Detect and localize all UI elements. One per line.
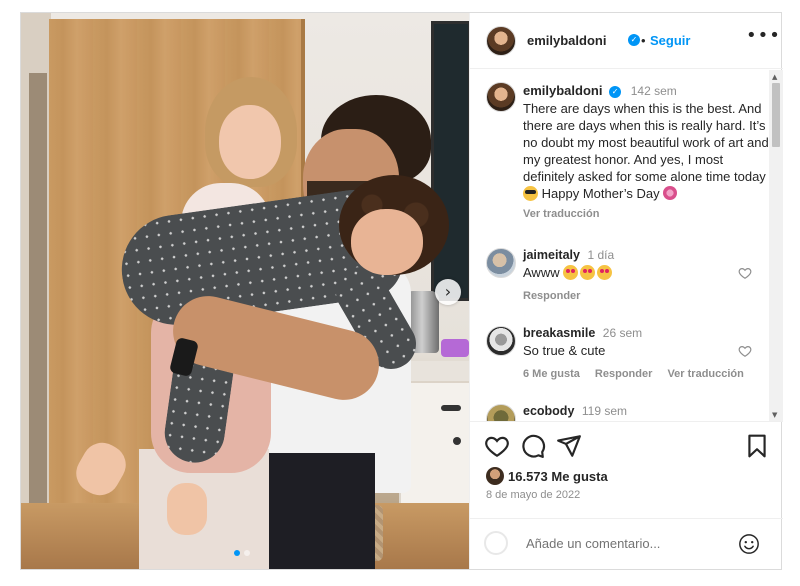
post-header: emilybaldoni ✓ • Seguir ••• <box>470 13 783 69</box>
post-photo[interactable]: › <box>21 13 469 569</box>
emoji-icon[interactable] <box>738 533 760 555</box>
loading-emoji-icon <box>484 531 508 555</box>
scrollbar-thumb[interactable] <box>772 83 780 147</box>
scroll-up-icon[interactable]: ▲ <box>772 73 777 81</box>
comment-age: 119 sem <box>581 404 628 418</box>
comment-likes[interactable]: 6 Me gusta <box>523 368 580 380</box>
action-bar <box>470 433 783 463</box>
comment-text-value: Awww <box>523 265 560 280</box>
caption-age[interactable]: 142 sem <box>631 84 677 98</box>
photo-girl-face <box>219 105 281 179</box>
comments-scroll-area[interactable]: emilybaldoni ✓ 142 sem There are days wh… <box>470 70 783 422</box>
comment-age: 26 sem <box>602 326 643 340</box>
add-comment-bar <box>470 518 783 569</box>
comment-avatar[interactable] <box>486 248 516 278</box>
heart-eyes-emoji-icon <box>597 265 613 280</box>
comment-text: Awww <box>523 265 614 280</box>
comment-meta: Responder <box>523 290 592 302</box>
carousel-dots <box>234 550 250 556</box>
comment-username[interactable]: breakasmile <box>523 326 595 340</box>
comment-username[interactable]: jaimeitaly <box>523 248 580 262</box>
photo-foot <box>167 483 207 535</box>
comment-like-heart-icon[interactable] <box>738 266 752 280</box>
liker-avatar[interactable] <box>486 467 504 485</box>
caption-translate-link[interactable]: Ver traducción <box>523 206 769 223</box>
comment-text: So true & cute <box>523 343 606 358</box>
reply-button[interactable]: Responder <box>595 368 652 380</box>
post-container: › emilybaldoni ✓ • Seguir ••• emilybaldo… <box>20 12 783 570</box>
photo-cabinet-knob <box>453 437 461 445</box>
post-date[interactable]: 8 de mayo de 2022 <box>486 489 580 501</box>
comment-avatar[interactable] <box>486 404 516 421</box>
author-username[interactable]: emilybaldoni <box>527 33 606 48</box>
comment-input[interactable] <box>526 532 726 554</box>
caption-body-end: Happy Mother’s Day <box>541 186 660 201</box>
reply-button[interactable]: Responder <box>523 290 580 302</box>
caption-username[interactable]: emilybaldoni <box>523 83 602 98</box>
share-icon[interactable] <box>556 433 582 459</box>
verified-badge-icon: ✓ <box>609 86 622 98</box>
comment-username[interactable]: ecobody <box>523 404 574 418</box>
scrollbar[interactable]: ▲ ▼ <box>769 70 783 421</box>
author-avatar[interactable] <box>486 26 516 56</box>
comment-meta: 6 Me gusta Responder Ver traducción <box>523 368 756 380</box>
next-arrow-icon[interactable]: › <box>435 279 461 305</box>
more-icon[interactable]: ••• <box>746 25 781 46</box>
comment-header: breakasmile 26 sem <box>523 326 642 340</box>
header-separator: • <box>641 33 646 48</box>
post-side-panel: emilybaldoni ✓ • Seguir ••• emilybaldoni… <box>469 13 783 569</box>
photo-cup <box>441 339 469 357</box>
comment-like-heart-icon[interactable] <box>738 344 752 358</box>
follow-button[interactable]: Seguir <box>650 33 690 48</box>
comment-age: 1 día <box>587 248 615 262</box>
caption-text: emilybaldoni ✓ 142 sem There are days wh… <box>523 82 769 223</box>
heart-eyes-emoji-icon <box>580 265 596 280</box>
comment-header: ecobody 119 sem <box>523 404 627 418</box>
sunglasses-emoji-icon <box>523 186 538 201</box>
carousel-dot-active <box>234 550 240 556</box>
comment-header: jaimeitaly 1 día <box>523 248 614 262</box>
comment-icon[interactable] <box>520 433 546 459</box>
photo-shadow <box>29 73 47 533</box>
caption-avatar[interactable] <box>486 82 516 112</box>
translate-link[interactable]: Ver traducción <box>667 368 743 380</box>
photo-boy-face <box>351 209 423 275</box>
comment-avatar[interactable] <box>486 326 516 356</box>
heart-icon[interactable] <box>484 433 510 459</box>
scroll-down-icon[interactable]: ▼ <box>772 411 777 419</box>
caption-body: There are days when this is the best. An… <box>523 101 769 184</box>
flower-emoji-icon <box>663 186 678 200</box>
verified-badge-icon: ✓ <box>628 34 640 46</box>
heart-eyes-emoji-icon <box>563 265 579 280</box>
carousel-dot <box>244 550 250 556</box>
photo-cabinet-handle <box>441 405 461 411</box>
photo-window <box>431 21 469 301</box>
bookmark-icon[interactable] <box>744 433 770 459</box>
likes-count[interactable]: 16.573 Me gusta <box>508 469 608 484</box>
